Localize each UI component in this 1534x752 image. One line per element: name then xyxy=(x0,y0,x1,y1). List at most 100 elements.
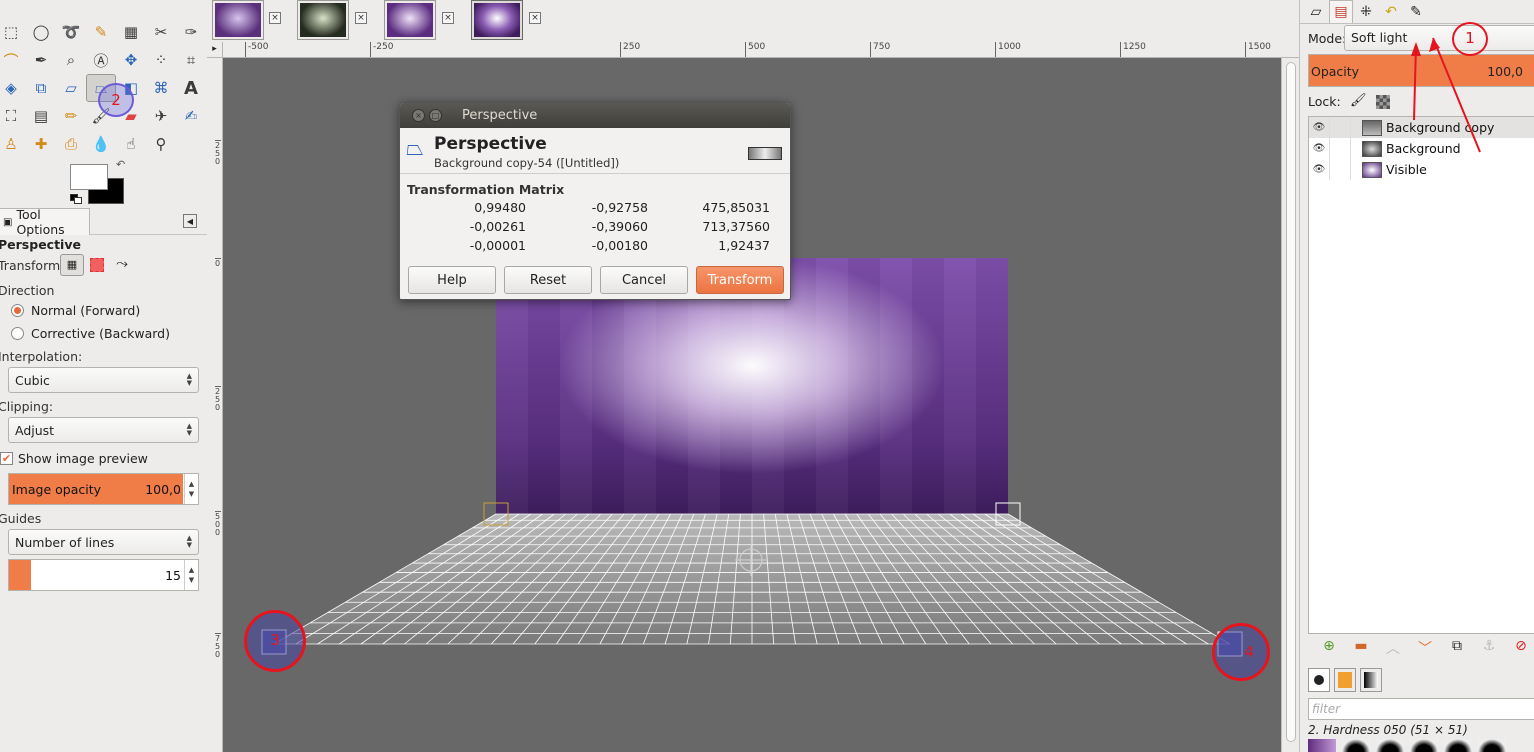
clone-icon[interactable]: ♙ xyxy=(0,130,26,158)
clipping-select[interactable]: Adjust ▲ ▼ xyxy=(8,417,199,443)
spin-arrows-icon[interactable]: ▲ ▼ xyxy=(184,474,198,504)
free-select-icon[interactable]: ➰ xyxy=(56,18,86,46)
eye-icon[interactable]: 👁 xyxy=(1309,164,1329,175)
maximize-icon[interactable]: □ xyxy=(429,109,442,122)
rect-select-icon[interactable]: ⬚ xyxy=(0,18,26,46)
tab-pattern-icon[interactable] xyxy=(1334,668,1356,692)
ink-icon[interactable]: ✍ xyxy=(176,102,206,130)
interpolation-select[interactable]: Cubic ▲ ▼ xyxy=(8,367,199,393)
tab-tool-options[interactable]: ▣ Tool Options xyxy=(0,207,90,237)
rotate-icon[interactable]: ◈ xyxy=(0,74,26,102)
direction-backward-radio[interactable]: Corrective (Backward) xyxy=(11,326,170,341)
brush-list[interactable] xyxy=(1308,739,1534,752)
layer-row[interactable]: 👁 Background xyxy=(1309,138,1534,159)
bucket-fill-icon[interactable]: ⛶ xyxy=(0,102,26,130)
direction-forward-radio[interactable]: Normal (Forward) xyxy=(11,303,140,318)
brush-tabs xyxy=(1308,668,1382,696)
eye-icon[interactable]: 👁 xyxy=(1309,122,1329,133)
blur-icon[interactable]: 💧 xyxy=(86,130,116,158)
matrix-cell: -0,92758 xyxy=(591,200,648,215)
shear-icon[interactable]: ▱ xyxy=(56,74,86,102)
ellipse-select-icon[interactable]: ◯ xyxy=(26,18,56,46)
fuzzy-select-icon[interactable]: ✎ xyxy=(86,18,116,46)
layer-row[interactable]: 👁 Visible xyxy=(1309,159,1534,180)
transform-selection-icon[interactable] xyxy=(90,258,104,272)
tab-gradient-icon[interactable] xyxy=(1360,668,1382,692)
tab-brushes-icon[interactable]: ✎ xyxy=(1404,0,1428,23)
brush-swatch[interactable] xyxy=(1410,739,1438,752)
chain-toggle[interactable] xyxy=(1329,138,1351,159)
chain-toggle[interactable] xyxy=(1329,159,1351,180)
duplicate-layer-icon[interactable]: ⧉ xyxy=(1446,638,1468,658)
anchor-layer-icon[interactable]: ⚓ xyxy=(1478,638,1500,658)
new-group-icon[interactable]: ▬ xyxy=(1350,638,1372,658)
brush-filter-input[interactable]: filter xyxy=(1308,698,1534,720)
layer-opacity-slider[interactable]: Opacity 100,0 xyxy=(1308,54,1534,87)
crop-icon[interactable]: ⌗ xyxy=(176,46,206,74)
smudge-icon[interactable]: ☝ xyxy=(116,130,146,158)
foreground-color-swatch[interactable] xyxy=(70,164,108,190)
zoom-icon[interactable]: ⌕ xyxy=(56,46,86,74)
blend-icon[interactable]: ▤ xyxy=(26,102,56,130)
foreground-select-icon[interactable]: ✑ xyxy=(176,18,206,46)
raise-layer-icon[interactable]: ︿ xyxy=(1382,638,1404,658)
text-tool-icon[interactable]: A xyxy=(176,74,206,102)
paths-icon[interactable]: ⌒ xyxy=(0,46,26,74)
radio-dot xyxy=(11,304,24,317)
tab-layers-icon[interactable]: ▤ xyxy=(1329,0,1353,23)
reset-button[interactable]: Reset xyxy=(504,266,592,294)
new-layer-icon[interactable]: ⊕ xyxy=(1318,638,1340,658)
show-preview-checkbox[interactable]: ✔ Show image preview xyxy=(0,451,148,466)
fg-bg-colors[interactable]: ↶ xyxy=(70,158,126,206)
tab-menu-icon[interactable]: ◀ xyxy=(183,214,197,228)
brush-swatch[interactable] xyxy=(1376,739,1404,752)
cage-transform-icon[interactable]: ⌘ xyxy=(146,74,176,102)
matrix-row: -0,00261 -0,39060 713,37560 xyxy=(450,219,775,238)
color-picker-icon[interactable]: ✒ xyxy=(26,46,56,74)
pencil-icon[interactable]: ✏ xyxy=(56,102,86,130)
brush-swatch[interactable] xyxy=(1308,739,1336,752)
tab-images-icon[interactable]: ▱ xyxy=(1304,0,1328,23)
heal-icon[interactable]: ✚ xyxy=(26,130,56,158)
color-select-icon[interactable]: ▦ xyxy=(116,18,146,46)
eye-icon[interactable]: 👁 xyxy=(1309,143,1329,154)
delete-layer-icon[interactable]: ⊘ xyxy=(1510,638,1532,658)
tab-brush-icon[interactable] xyxy=(1308,668,1330,692)
close-icon[interactable]: × xyxy=(412,109,425,122)
direction-label: Direction xyxy=(0,283,55,298)
lock-pixels-icon[interactable]: 🖌 xyxy=(1350,93,1367,108)
chain-toggle[interactable] xyxy=(1329,117,1351,138)
measure-icon[interactable]: Ⓐ xyxy=(86,46,116,74)
guide-lines-slider[interactable]: 15 ▲ ▼ xyxy=(8,559,199,591)
layer-preview xyxy=(748,147,782,160)
guides-select[interactable]: Number of lines ▲ ▼ xyxy=(8,529,199,555)
transform-layer-icon[interactable]: ▦ xyxy=(60,254,84,276)
perspective-clone-icon[interactable]: ⎙ xyxy=(56,130,86,158)
transform-path-icon[interactable]: ⤳ xyxy=(116,254,128,272)
scale-icon[interactable]: ⧉ xyxy=(26,74,56,102)
dodge-burn-icon[interactable]: ⚲ xyxy=(146,130,176,158)
lower-layer-icon[interactable]: ﹀ xyxy=(1414,638,1436,658)
brush-swatch[interactable] xyxy=(1342,739,1370,752)
align-icon[interactable]: ⁘ xyxy=(146,46,176,74)
default-colors-icon[interactable] xyxy=(70,194,82,204)
transform-button[interactable]: Transform xyxy=(696,266,784,294)
brush-swatch[interactable] xyxy=(1478,739,1506,752)
scissors-icon[interactable]: ✂ xyxy=(146,18,176,46)
spin-arrows-icon[interactable]: ▲ ▼ xyxy=(184,560,198,590)
cancel-button[interactable]: Cancel xyxy=(600,266,688,294)
image-opacity-slider[interactable]: Image opacity 100,0 ▲ ▼ xyxy=(8,473,199,505)
dialog-titlebar[interactable]: × □ Perspective xyxy=(400,103,790,128)
tab-channels-icon[interactable]: ⁜ xyxy=(1354,0,1378,23)
layer-row[interactable]: 👁 Background copy xyxy=(1309,117,1534,138)
swap-colors-icon[interactable]: ↶ xyxy=(116,158,125,171)
move-icon[interactable]: ✥ xyxy=(116,46,146,74)
tab-undo-icon[interactable]: ↶ xyxy=(1379,0,1403,23)
airbrush-icon[interactable]: ✈ xyxy=(146,102,176,130)
matrix-cell: -0,00001 xyxy=(469,238,526,253)
lock-alpha-icon[interactable] xyxy=(1376,95,1390,109)
layer-name: Visible xyxy=(1386,162,1427,177)
help-button[interactable]: Help xyxy=(408,266,496,294)
brush-swatch[interactable] xyxy=(1444,739,1472,752)
mode-select[interactable]: Soft light xyxy=(1344,25,1534,51)
